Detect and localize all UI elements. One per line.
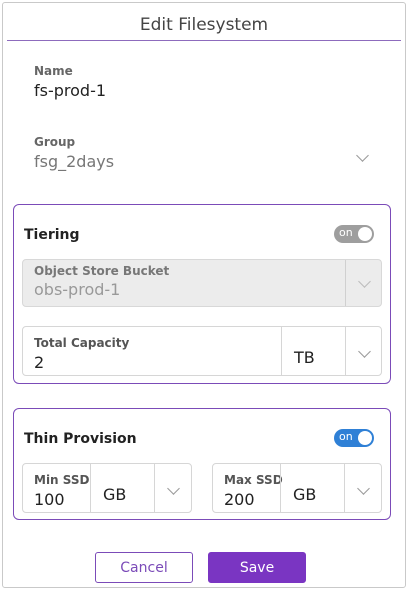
min-ssd-divider [90,464,91,512]
tiering-title: Tiering [24,227,80,243]
group-select[interactable]: fsg_2days [34,152,114,171]
max-ssd-input[interactable]: 200 [224,490,255,509]
min-ssd-unit-select[interactable]: GB [103,485,126,504]
name-input[interactable]: fs-prod-1 [34,81,106,100]
group-chevron-down-icon[interactable] [356,149,369,162]
max-ssd-field: Max SSD 200 GB [212,463,382,513]
min-ssd-input[interactable]: 100 [34,490,65,509]
capacity-unit-chevron-down-icon[interactable] [358,345,371,358]
thin-provision-toggle[interactable]: on [334,429,374,447]
dialog-title: Edit Filesystem [7,15,401,41]
max-ssd-unit-divider [344,464,345,512]
bucket-chevron-down-icon [358,275,371,288]
capacity-unit-select[interactable]: TB [294,348,315,367]
max-ssd-label: Max SSD [224,473,283,487]
min-ssd-label: Min SSD [34,473,90,487]
tiering-section: Tiering on Object Store Bucket obs-prod-… [13,204,391,384]
capacity-label: Total Capacity [34,336,130,350]
min-ssd-unit-chevron-down-icon[interactable] [167,482,180,495]
edit-filesystem-dialog: Edit Filesystem Name fs-prod-1 Group fsg… [2,2,406,588]
bucket-divider [345,260,346,306]
total-capacity-field: Total Capacity 2 TB [22,326,382,376]
capacity-unit-divider [345,327,346,375]
tiering-toggle-label: on [339,226,353,239]
tiering-toggle[interactable]: on [334,225,374,243]
name-label: Name [34,64,73,78]
thin-provision-toggle-label: on [339,430,353,443]
object-store-bucket-select[interactable]: Object Store Bucket obs-prod-1 [22,259,382,307]
tiering-toggle-knob [358,227,372,241]
capacity-divider [281,327,282,375]
min-ssd-field: Min SSD 100 GB [22,463,192,513]
bucket-label: Object Store Bucket [34,264,170,278]
cancel-button[interactable]: Cancel [95,552,193,583]
thin-provision-toggle-knob [358,431,372,445]
min-ssd-unit-divider [154,464,155,512]
max-ssd-unit-chevron-down-icon[interactable] [357,482,370,495]
bucket-value: obs-prod-1 [34,280,121,299]
save-button[interactable]: Save [208,552,306,583]
thin-provision-section: Thin Provision on Min SSD 100 GB Max SSD… [13,408,391,520]
capacity-input[interactable]: 2 [34,353,44,372]
thin-provision-title: Thin Provision [24,431,137,447]
max-ssd-unit-select[interactable]: GB [293,485,316,504]
max-ssd-divider [280,464,281,512]
group-label: Group [34,135,76,149]
